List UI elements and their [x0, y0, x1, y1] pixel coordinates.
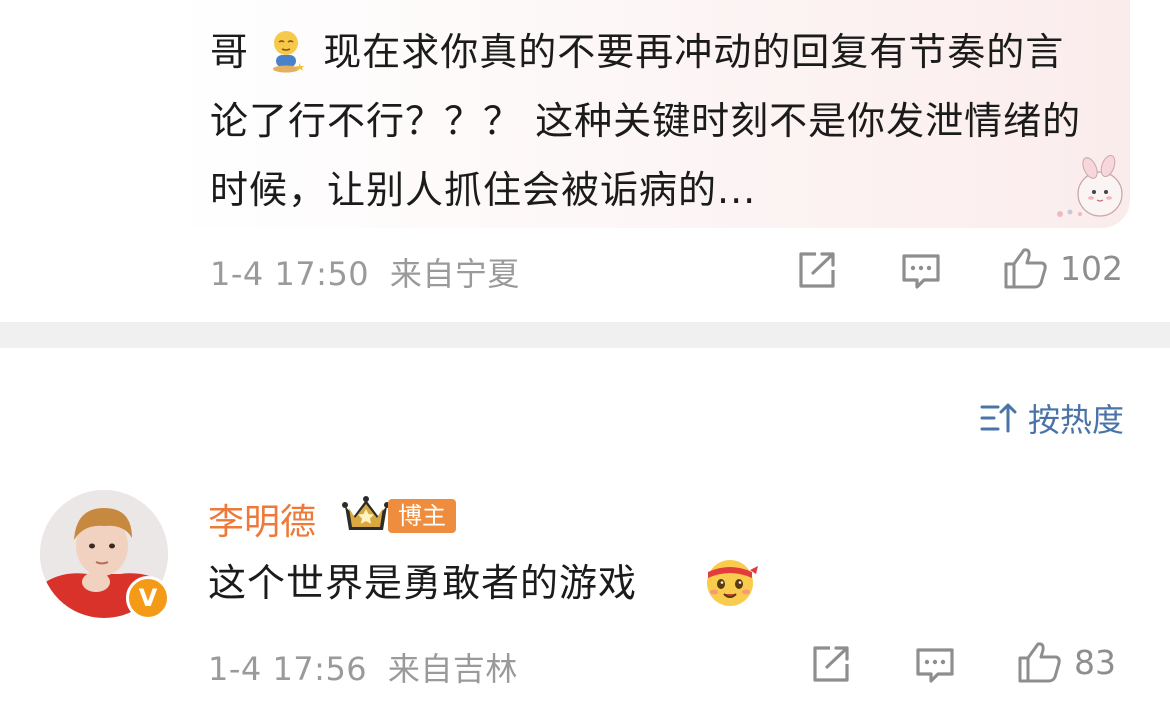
share-icon: [813, 646, 849, 682]
sort-icon: [980, 403, 1017, 433]
comment-time: 1-4 17:50: [210, 255, 370, 293]
reply-button[interactable]: [900, 252, 942, 290]
blogger-tag: 博主: [388, 499, 456, 533]
comment-location: 来自宁夏: [389, 255, 520, 293]
thumbs-up-icon: [1004, 248, 1047, 289]
thumbs-up-icon: [1018, 642, 1061, 683]
comment-text-body: 现在求你真的不要再冲动的回复有节奏的言论了行不行？？？ 这种关键时刻不是你发泄情…: [210, 30, 1082, 212]
sort-by-hot-button[interactable]: 按热度: [980, 395, 1124, 441]
like-count: 83: [1074, 642, 1116, 682]
crown-icon: [342, 494, 390, 538]
reply-button[interactable]: [914, 646, 956, 684]
username[interactable]: 李明德: [208, 493, 316, 545]
like-button[interactable]: 102: [1002, 246, 1123, 290]
share-button[interactable]: [810, 644, 852, 684]
like-count: 102: [1060, 248, 1123, 288]
comment-text: 哥 现在求你真的不要再冲动的回复有节奏的言论了行不行？？？ 这种关键时刻不是你发…: [210, 18, 1090, 225]
pleading-kneel-emoji-icon: [266, 26, 306, 73]
like-button[interactable]: 83: [1016, 640, 1116, 684]
comment-meta: 1-4 17:56 来自吉林: [208, 644, 518, 690]
share-icon: [799, 252, 835, 288]
comment-location: 来自吉林: [387, 650, 518, 688]
share-button[interactable]: [796, 250, 838, 290]
verified-badge: V: [126, 576, 170, 620]
comment-icon: [902, 254, 940, 289]
comment-item: 哥 现在求你真的不要再冲动的回复有节奏的言论了行不行？？？ 这种关键时刻不是你发…: [0, 0, 1170, 322]
sort-label: 按热度: [1027, 401, 1124, 439]
headband-smile-emoji-icon: [702, 554, 758, 612]
comment-meta: 1-4 17:50 来自宁夏: [210, 249, 520, 295]
cute-bunny-sticker-icon: [1050, 148, 1130, 228]
comment-text-prefix: 哥: [210, 30, 250, 74]
comment-icon: [916, 648, 954, 683]
comment-text: 这个世界是勇敢者的游戏: [208, 561, 638, 605]
comment-time: 1-4 17:56: [208, 650, 368, 688]
section-divider: [0, 322, 1170, 348]
